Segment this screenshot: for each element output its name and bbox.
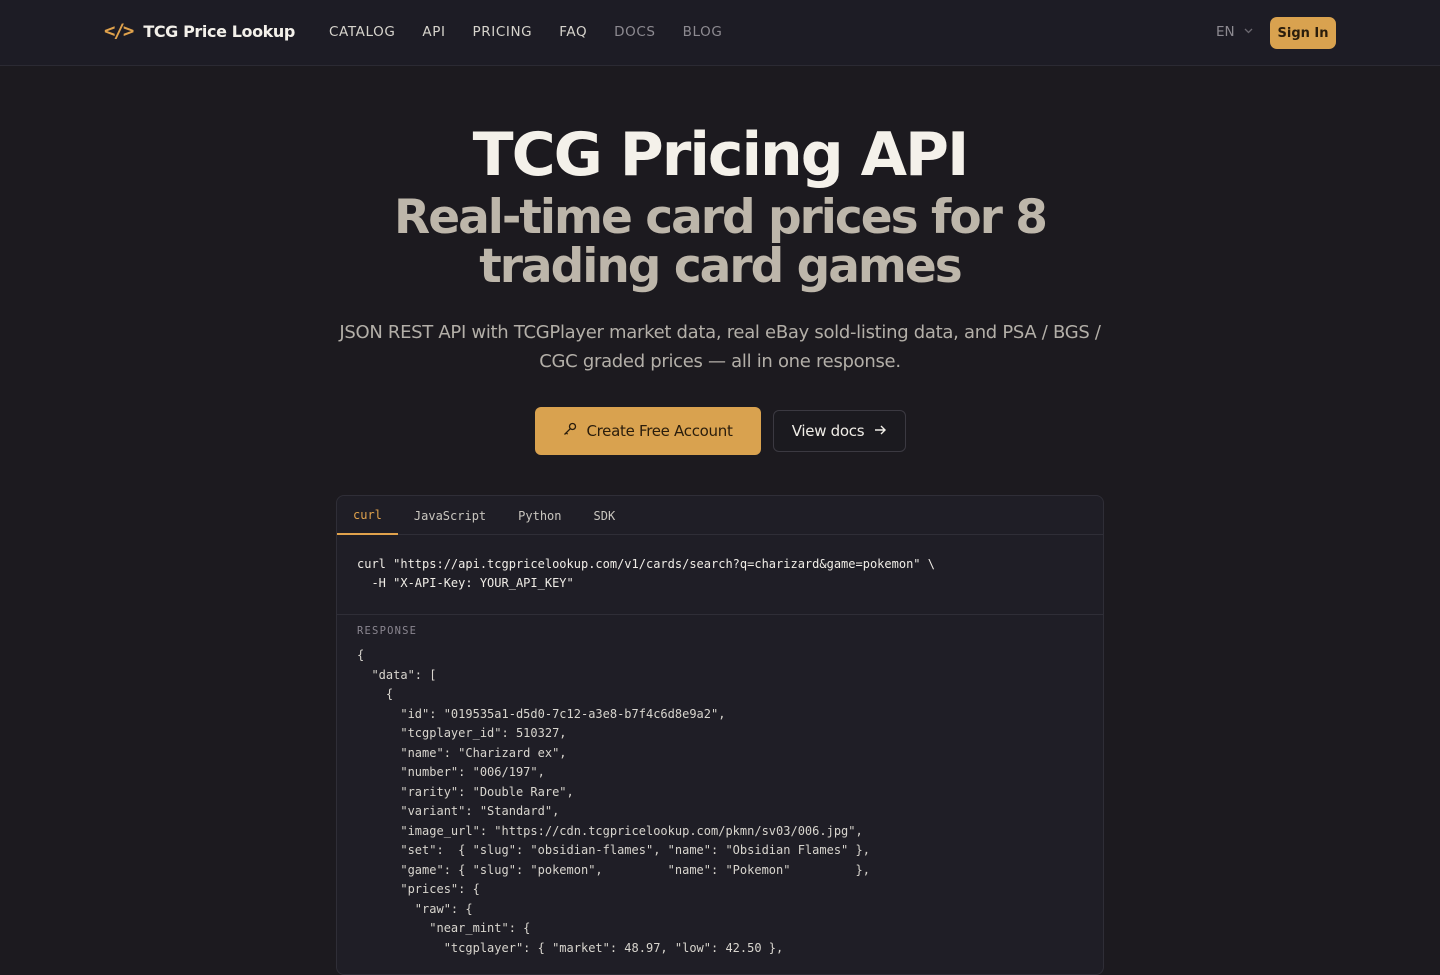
- code-brackets-icon: </>: [104, 20, 134, 42]
- chevron-down-icon: [1244, 27, 1253, 37]
- nav-link-blog[interactable]: BLOG: [683, 24, 723, 40]
- code-example-panel: curl JavaScript Python SDK curl "https:/…: [336, 495, 1104, 975]
- sign-in-button[interactable]: Sign In: [1270, 17, 1336, 49]
- nav-link-catalog[interactable]: CATALOG: [329, 24, 395, 40]
- hero-subtitle: Real-time card prices for 8 trading card…: [394, 190, 1048, 294]
- tab-sdk[interactable]: SDK: [578, 496, 632, 535]
- tab-javascript[interactable]: JavaScript: [398, 496, 502, 535]
- key-icon: [563, 422, 577, 440]
- tab-curl[interactable]: curl: [337, 496, 398, 535]
- request-code-block: curl "https://api.tcgpricelookup.com/v1/…: [337, 535, 1103, 615]
- top-navigation: </> TCG Price Lookup CATALOG API PRICING…: [0, 0, 1440, 66]
- view-docs-label: View docs: [791, 422, 865, 440]
- primary-nav: CATALOG API PRICING FAQ DOCS BLOG: [329, 24, 749, 40]
- hero-title: TCG Pricing API: [472, 120, 970, 190]
- language-label: EN: [1216, 24, 1235, 40]
- tab-python[interactable]: Python: [502, 496, 577, 535]
- brand-name: TCG Price Lookup: [143, 21, 295, 41]
- hero-description: JSON REST API with TCGPlayer market data…: [339, 322, 1101, 372]
- nav-link-faq[interactable]: FAQ: [559, 24, 587, 40]
- create-account-label: Create Free Account: [586, 422, 733, 440]
- nav-link-pricing[interactable]: PRICING: [473, 24, 533, 40]
- language-selector[interactable]: EN: [1216, 24, 1253, 40]
- nav-link-docs[interactable]: DOCS: [614, 24, 655, 40]
- response-code-block: { "data": [ { "id": "019535a1-d5d0-7c12-…: [357, 648, 870, 955]
- nav-link-api[interactable]: API: [422, 24, 445, 40]
- view-docs-button[interactable]: View docs: [773, 410, 906, 452]
- create-account-button[interactable]: Create Free Account: [535, 407, 761, 455]
- code-language-tabs: curl JavaScript Python SDK: [337, 496, 1103, 535]
- response-label: RESPONSE: [357, 625, 418, 637]
- arrow-right-icon: [874, 422, 887, 440]
- brand-logo[interactable]: </> TCG Price Lookup: [104, 20, 295, 42]
